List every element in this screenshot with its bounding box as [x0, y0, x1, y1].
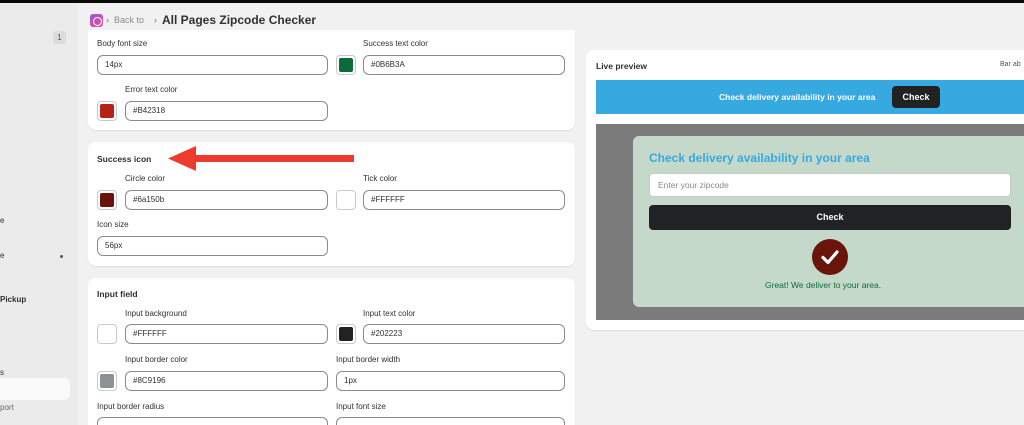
icon-size-input[interactable]: 56px	[97, 236, 328, 256]
window-top-bar	[0, 0, 1024, 3]
input-text-color-input[interactable]: #202223	[363, 324, 565, 344]
input-text-color-label: Input text color	[363, 309, 416, 318]
success-text-color-input[interactable]: #0B6B3A	[363, 55, 565, 75]
preview-bar-text: Check delivery availability in your area	[719, 92, 876, 102]
body-font-size-input[interactable]: 14px	[97, 55, 328, 75]
preview-check-button[interactable]: Check	[649, 205, 1011, 230]
input-background-swatch[interactable]	[97, 324, 117, 344]
preview-modal-title: Check delivery availability in your area	[649, 151, 870, 165]
chevron-right-icon: ›	[154, 15, 157, 25]
sidebar-item-pickup[interactable]: Pickup	[0, 295, 26, 304]
sidebar-item-2-indicator	[60, 255, 63, 258]
circle-color-input[interactable]: #6a150b	[125, 190, 328, 210]
sidebar-item-1[interactable]: e	[0, 216, 4, 225]
success-check-icon	[812, 239, 848, 275]
preview-tab-bar[interactable]: Bar ab	[1000, 61, 1021, 68]
input-font-size-input[interactable]	[336, 417, 565, 425]
preview-zipcode-input[interactable]: Enter your zipcode	[649, 173, 1011, 197]
back-link[interactable]: Back to	[114, 15, 144, 25]
input-border-radius-label: Input border radius	[97, 402, 165, 411]
input-text-color-swatch[interactable]	[336, 324, 356, 344]
body-font-size-label: Body font size	[97, 39, 148, 48]
tick-color-label: Tick color	[363, 174, 397, 183]
error-text-color-swatch[interactable]	[97, 101, 117, 121]
error-text-color-input[interactable]: #B42318	[125, 101, 328, 121]
success-text-color-label: Success text color	[363, 39, 428, 48]
input-font-size-label: Input font size	[336, 402, 386, 411]
preview-success-message: Great! We deliver to your area.	[765, 280, 882, 290]
chevron-right-icon: ›	[106, 15, 109, 25]
input-background-label: Input background	[125, 309, 187, 318]
sidebar-item-active[interactable]	[0, 378, 70, 400]
success-text-color-swatch[interactable]	[336, 55, 356, 75]
input-border-width-label: Input border width	[336, 355, 401, 364]
app-icon	[90, 14, 103, 27]
input-background-input[interactable]: #FFFFFF	[125, 324, 328, 344]
circle-color-label: Circle color	[125, 174, 166, 183]
tick-color-input[interactable]: #FFFFFF	[363, 190, 565, 210]
input-field-title: Input field	[97, 289, 138, 299]
live-preview-title: Live preview	[596, 61, 648, 71]
tick-color-swatch[interactable]	[336, 190, 356, 210]
annotation-arrow-icon	[168, 146, 354, 171]
circle-color-swatch[interactable]	[97, 190, 117, 210]
input-border-width-input[interactable]: 1px	[336, 371, 565, 391]
sidebar-badge: 1	[53, 31, 66, 44]
sidebar-item-4[interactable]: s	[0, 368, 4, 377]
input-border-radius-input[interactable]	[97, 417, 328, 425]
success-icon-title: Success icon	[97, 154, 152, 164]
input-border-color-label: Input border color	[125, 355, 188, 364]
preview-bar-check-button[interactable]: Check	[892, 86, 940, 108]
input-border-color-swatch[interactable]	[97, 371, 117, 391]
icon-size-label: Icon size	[97, 220, 129, 229]
error-text-color-label: Error text color	[125, 85, 178, 94]
input-border-color-input[interactable]: #8C9196	[125, 371, 328, 391]
page-title: All Pages Zipcode Checker	[162, 13, 317, 27]
sidebar-item-support[interactable]: port	[0, 403, 14, 412]
sidebar-item-2[interactable]: e	[0, 251, 4, 260]
sidebar: 1 e e Pickup s port	[0, 3, 78, 425]
